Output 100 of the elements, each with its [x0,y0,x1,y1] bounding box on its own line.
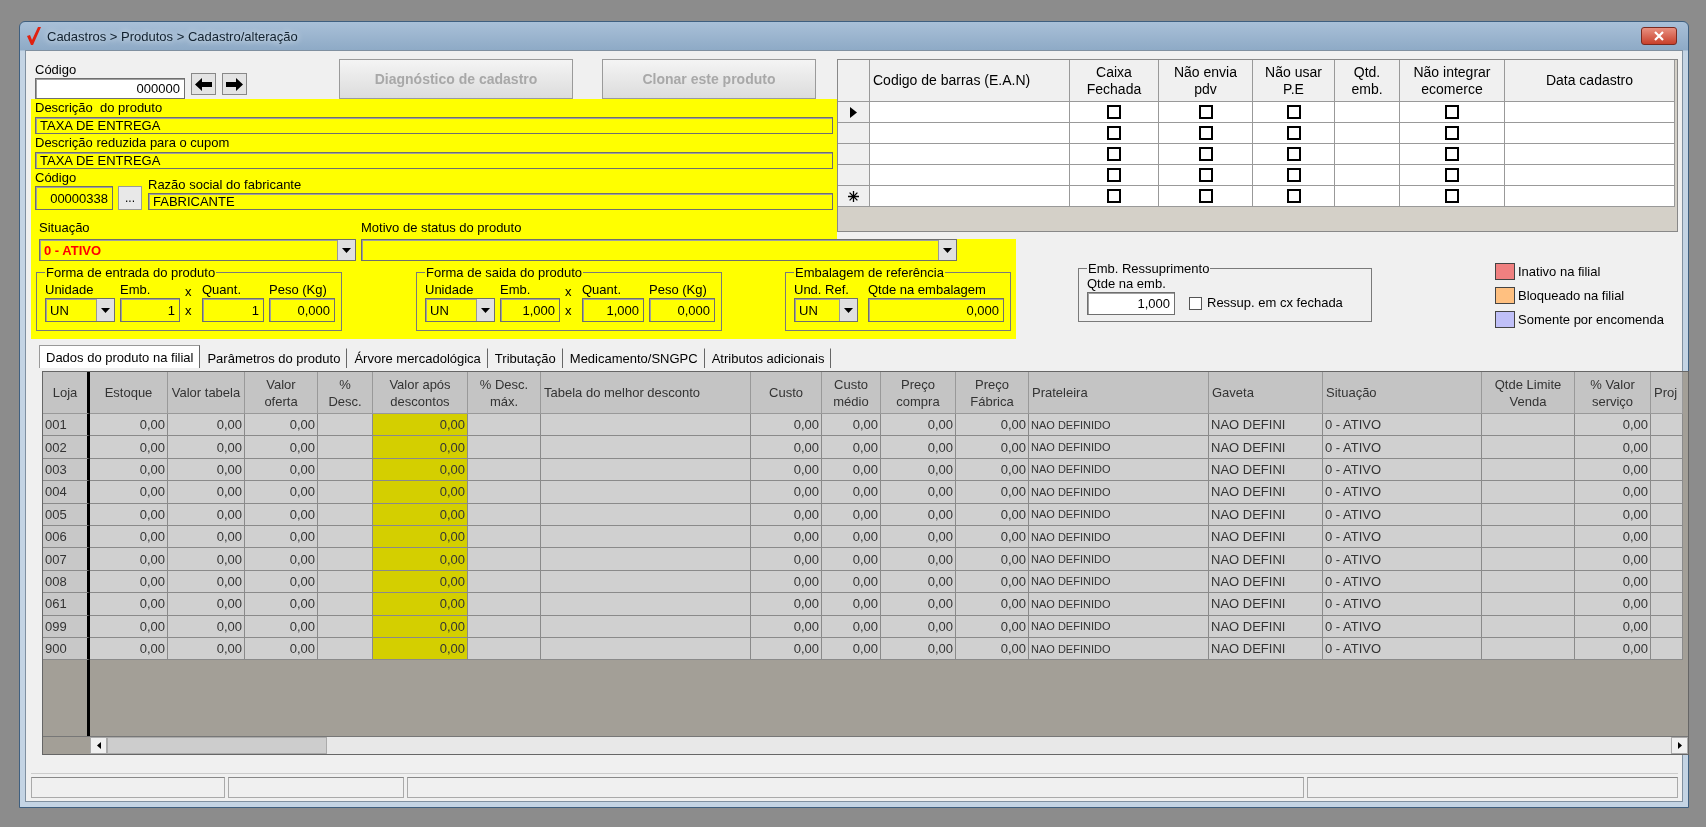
description-field[interactable]: TAXA DE ENTREGA [35,117,833,134]
quantity-field[interactable]: 1,000 [1087,292,1175,315]
table-cell: 0,00 [881,570,956,594]
column-header: Prateleira [1029,372,1209,414]
group-title: Forma de entrada do produto [45,265,217,280]
horizontal-scrollbar[interactable] [90,737,1688,754]
checkbox[interactable] [1198,168,1213,182]
manufacturer-name-field[interactable]: FABRICANTE [148,193,833,210]
checkbox[interactable] [1286,189,1301,203]
checkbox[interactable] [1107,105,1121,119]
field-label: Emb. [120,282,152,298]
table-cell: 0,00 [1575,481,1651,504]
row-indicator[interactable] [838,102,870,123]
table-cell: 0,00 [956,525,1029,549]
column-header: % Desc. [318,372,373,414]
arrow-left-icon [195,77,212,91]
unit-dropdown[interactable]: UN [45,298,115,322]
table-cell [318,503,373,526]
checkbox[interactable] [1198,105,1213,119]
table-cell: 0,00 [373,503,468,526]
short-description-field[interactable]: TAXA DE ENTREGA [35,152,833,169]
table-cell: 0,00 [245,503,318,526]
quantity-field[interactable]: 1,000 [582,298,644,322]
checkbox[interactable] [1198,189,1213,203]
table-cell [318,458,373,482]
close-button[interactable] [1641,27,1677,45]
field-label: Quant. [582,282,623,298]
table-cell: NAO DEFINI [1209,615,1323,638]
unit-dropdown[interactable]: UN [794,298,858,322]
table-cell: 0,00 [1575,525,1651,549]
field-label: Descrição reduzida para o cupom [35,135,231,151]
table-cell: 0,00 [168,481,245,504]
table-cell: 0,00 [822,481,881,504]
dropdown-caret-icon [481,307,490,313]
table-cell: NAO DEFINIDO [1029,615,1209,638]
scroll-left-icon [96,742,101,749]
asterisk-icon [848,190,859,202]
times-label: x [185,284,193,300]
unit-dropdown[interactable]: UN [425,298,495,322]
field-label: Unidade [425,282,475,298]
dropdown-caret-icon [101,307,110,313]
column-header: Não integrar ecomerce [1400,60,1505,102]
table-cell [318,525,373,549]
table-cell: 0,00 [90,615,168,638]
status-dropdown[interactable]: 0 - ATIVO [39,239,356,261]
table-cell: 0,00 [373,615,468,638]
checkbox[interactable] [1107,147,1121,161]
checkbox[interactable] [1286,147,1301,161]
table-cell [1651,615,1683,638]
status-reason-dropdown[interactable] [361,239,957,261]
weight-field[interactable]: 0,000 [269,298,335,322]
table-cell: NAO DEFINIDO [1029,458,1209,482]
checkbox[interactable] [1286,168,1301,182]
column-header: Tabela do melhor desconto [541,372,751,414]
quantity-field[interactable]: 1 [202,298,264,322]
table-cell: 0,00 [822,548,881,571]
field-label: Motivo de status do produto [361,220,522,236]
checkbox[interactable] [1445,105,1459,119]
table-cell: 0 - ATIVO [1323,503,1482,526]
checkbox[interactable] [1445,168,1459,182]
table-cell: 004 [43,481,90,504]
field-label: Razão social do fabricante [148,177,303,193]
row-indicator[interactable] [838,186,870,207]
weight-field[interactable]: 0,000 [649,298,715,322]
checkbox[interactable] [1107,126,1121,140]
checkbox[interactable] [1107,189,1121,203]
table-cell: 0,00 [751,637,822,661]
field-label: Qtde na embalagem [868,282,987,298]
dropdown-caret-icon [342,247,351,253]
dropdown-caret-icon [844,307,853,313]
table-cell: 002 [43,436,90,459]
table-cell [1651,637,1683,661]
pack-field[interactable]: 1,000 [500,298,560,322]
table-cell: 0,00 [881,414,956,437]
pack-field[interactable]: 1 [120,298,180,322]
table-cell: 0,00 [373,436,468,459]
column-header: Proj [1651,372,1683,414]
code-field[interactable]: 000000 [35,78,185,99]
table-cell: 0,00 [881,503,956,526]
previous-button[interactable] [191,73,216,95]
tab[interactable]: Dados do produto na filial [39,345,201,368]
checkbox[interactable] [1286,105,1301,119]
table-cell: 0,00 [373,593,468,616]
next-button[interactable] [222,73,247,95]
checkbox[interactable] [1198,147,1213,161]
table-cell [1651,548,1683,571]
manufacturer-code-field[interactable]: 00000338 [35,186,113,210]
checkbox[interactable] [1445,189,1459,203]
lookup-button[interactable]: ... [118,186,142,210]
checkbox[interactable] [1189,296,1202,310]
checkbox[interactable] [1445,126,1459,140]
checkbox[interactable] [1286,126,1301,140]
table-cell: 0,00 [1575,548,1651,571]
table-cell [318,436,373,459]
checkbox[interactable] [1445,147,1459,161]
quantity-field[interactable]: 0,000 [868,298,1004,322]
checkbox[interactable] [1107,168,1121,182]
checkbox[interactable] [1198,126,1213,140]
table-cell: NAO DEFINIDO [1029,436,1209,459]
table-cell: 0,00 [90,481,168,504]
